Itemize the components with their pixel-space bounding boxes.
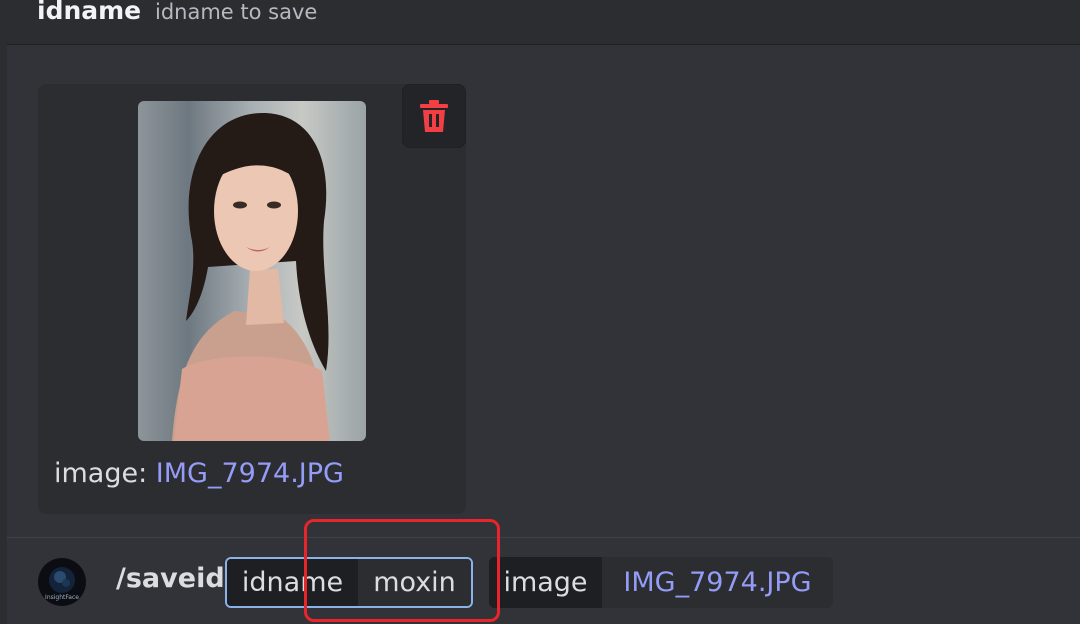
attachment-card: image: IMG_7974.JPG bbox=[38, 84, 466, 514]
bot-avatar[interactable]: InsightFace bbox=[38, 558, 86, 606]
attachment-image[interactable] bbox=[138, 101, 366, 441]
option-name: idname bbox=[37, 0, 142, 25]
slash-command-name: /saveid bbox=[116, 563, 225, 594]
option-chip-key: idname bbox=[227, 559, 358, 606]
option-chip-image[interactable]: image IMG_7974.JPG bbox=[489, 557, 833, 608]
delete-attachment-button[interactable] bbox=[402, 84, 466, 148]
caption-key: image: bbox=[54, 458, 148, 489]
option-chip-value[interactable]: IMG_7974.JPG bbox=[602, 557, 833, 608]
divider bbox=[7, 537, 1080, 538]
option-chip-key: image bbox=[489, 557, 602, 608]
portrait-illustration bbox=[172, 112, 330, 441]
option-chip-idname[interactable]: idname moxin bbox=[225, 557, 473, 608]
option-description: idname to save bbox=[155, 0, 318, 24]
avatar-label: InsightFace bbox=[45, 594, 79, 601]
option-header: idname idname to save bbox=[7, 0, 1080, 45]
trash-icon bbox=[420, 100, 448, 132]
attachment-filename-link[interactable]: IMG_7974.JPG bbox=[156, 458, 344, 489]
attachment-caption: image: IMG_7974.JPG bbox=[54, 458, 344, 489]
option-chip-value[interactable]: moxin bbox=[358, 559, 471, 606]
left-strip bbox=[0, 0, 7, 624]
